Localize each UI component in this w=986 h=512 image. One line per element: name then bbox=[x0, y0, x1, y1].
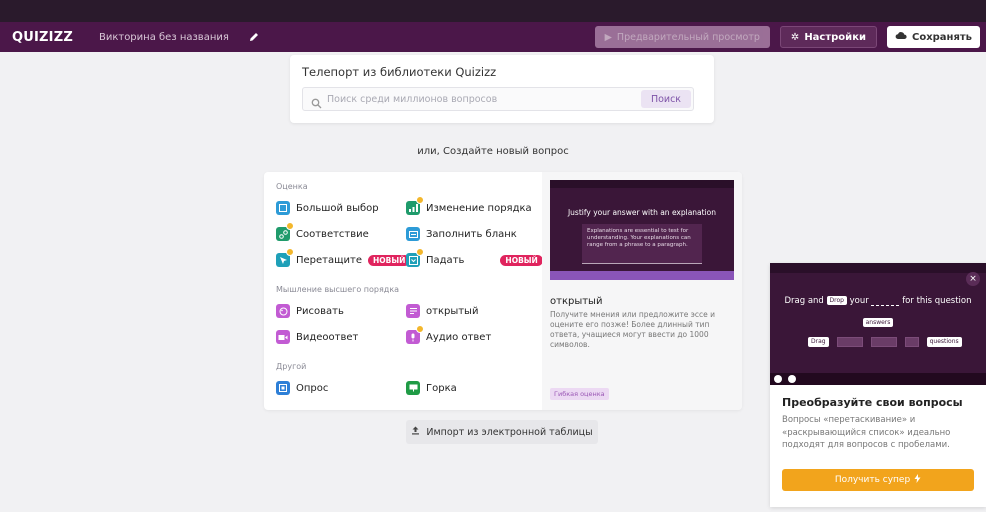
library-title: Телепорт из библиотеки Quizizz bbox=[302, 65, 497, 79]
preview-description: Получите мнения или предложите эссе и оц… bbox=[550, 310, 715, 349]
lightbulb-icon bbox=[286, 248, 294, 256]
qtype-fill-blank[interactable]: Заполнить бланк bbox=[406, 227, 517, 241]
gear-icon: ✲ bbox=[790, 31, 800, 43]
promo-sample-sentence: Drag and Drop your for this question bbox=[784, 296, 972, 306]
promo-description: Вопросы «перетаскивание» и «раскрывающий… bbox=[782, 415, 951, 450]
qtype-slide[interactable]: Горка bbox=[406, 381, 457, 395]
drag-icon bbox=[276, 248, 294, 267]
app-header: QUIZIZZ Викторина без названия ▶ Предвар… bbox=[0, 22, 986, 52]
qtype-audio-response[interactable]: Аудио ответ bbox=[406, 325, 491, 344]
preview-bottom-bar bbox=[550, 271, 734, 280]
paragraph-icon bbox=[406, 304, 420, 318]
preview-image: Justify your answer with an explanation … bbox=[550, 180, 734, 280]
question-types-list: Оценка Большой выбор Изменение порядка С… bbox=[264, 172, 543, 410]
empty-slot bbox=[870, 337, 897, 347]
promo-answers-row: answers bbox=[770, 312, 986, 331]
lightbulb-icon bbox=[286, 222, 294, 230]
quizizz-logo[interactable]: QUIZIZZ bbox=[12, 30, 73, 45]
quiz-title[interactable]: Викторина без названия bbox=[99, 32, 229, 43]
checkbox-list-icon bbox=[276, 201, 290, 215]
poll-icon bbox=[276, 381, 290, 395]
record-dot bbox=[788, 375, 796, 383]
qtype-open-ended[interactable]: открытый bbox=[406, 304, 478, 318]
promo-bottom-bar bbox=[770, 373, 986, 385]
question-type-preview: Justify your answer with an explanation … bbox=[542, 172, 742, 410]
promo-topbar bbox=[770, 263, 986, 273]
flexible-grading-tag: Гибкая оценка bbox=[550, 388, 609, 400]
blank-slot bbox=[871, 298, 900, 306]
import-spreadsheet-button[interactable]: Импорт из электронной таблицы bbox=[406, 420, 598, 444]
qtype-multiple-choice[interactable]: Большой выбор bbox=[276, 201, 379, 215]
promo-heading: Преобразуйте свои вопросы bbox=[782, 396, 963, 409]
preview-title: открытый bbox=[550, 296, 603, 307]
promo-slots-row: Drag questions bbox=[808, 337, 962, 347]
text-box-icon bbox=[406, 227, 420, 241]
video-camera-icon bbox=[276, 330, 290, 344]
qtype-match[interactable]: Соответствие bbox=[276, 222, 369, 241]
preview-button[interactable]: ▶ Предварительный просмотр bbox=[594, 26, 770, 48]
question-types-card: Оценка Большой выбор Изменение порядка С… bbox=[264, 172, 742, 410]
close-icon[interactable]: × bbox=[966, 272, 980, 286]
questions-chip: questions bbox=[926, 337, 962, 347]
pencil-icon[interactable] bbox=[247, 30, 261, 44]
or-create-label: или, Создайте новый вопрос bbox=[417, 146, 569, 157]
lightbulb-icon bbox=[416, 248, 424, 256]
qtype-poll[interactable]: Опрос bbox=[276, 381, 328, 395]
answers-chip: answers bbox=[862, 318, 894, 327]
empty-slot bbox=[836, 337, 863, 347]
promo-image: × Drag and Drop your for this question a… bbox=[770, 263, 986, 385]
category-higher-order: Мышление высшего порядка bbox=[276, 285, 400, 294]
qtype-draw[interactable]: Рисовать bbox=[276, 304, 344, 318]
upload-icon bbox=[411, 426, 420, 438]
window-top-band bbox=[0, 0, 986, 22]
preview-answer-box: Explanations are essential to test for u… bbox=[582, 224, 702, 264]
bars-icon bbox=[406, 196, 424, 215]
slide-icon bbox=[406, 381, 420, 395]
search-input[interactable] bbox=[327, 91, 627, 108]
lightbulb-icon bbox=[416, 196, 424, 204]
play-icon: ▶ bbox=[604, 31, 612, 43]
search-button[interactable]: Поиск bbox=[641, 90, 691, 108]
microphone-icon bbox=[406, 325, 424, 344]
qtype-video-response[interactable]: Видеоответ bbox=[276, 330, 358, 344]
qtype-drag-drop[interactable]: Перетащите НОВЫЙ bbox=[276, 248, 411, 267]
upgrade-promo-card: × Drag and Drop your for this question a… bbox=[770, 263, 986, 507]
lightbulb-icon bbox=[416, 325, 424, 333]
preview-heading: Justify your answer with an explanation bbox=[567, 208, 717, 217]
dropdown-icon bbox=[406, 248, 424, 267]
search-icon bbox=[311, 94, 322, 109]
drag-chip: Drag bbox=[808, 337, 829, 347]
category-other: Другой bbox=[276, 362, 307, 371]
record-dot bbox=[774, 375, 782, 383]
cloud-icon bbox=[895, 31, 907, 43]
link-icon bbox=[276, 222, 294, 241]
search-box: Поиск bbox=[302, 87, 694, 111]
settings-button[interactable]: ✲ Настройки bbox=[779, 26, 877, 48]
empty-slot bbox=[904, 337, 919, 347]
new-badge: НОВЫЙ bbox=[500, 254, 543, 266]
palette-icon bbox=[276, 304, 290, 318]
qtype-dropdown[interactable]: Падать НОВЫЙ bbox=[406, 248, 543, 267]
new-badge: НОВЫЙ bbox=[368, 254, 411, 266]
preview-topbar bbox=[550, 180, 734, 188]
drop-chip: Drop bbox=[826, 296, 847, 305]
get-super-button[interactable]: Получить супер bbox=[782, 469, 974, 491]
lightning-icon bbox=[914, 474, 921, 486]
qtype-reorder[interactable]: Изменение порядка bbox=[406, 196, 532, 215]
save-button[interactable]: Сохранять bbox=[886, 26, 980, 48]
category-assessment: Оценка bbox=[276, 182, 308, 191]
library-search-card: Телепорт из библиотеки Quizizz Поиск bbox=[290, 55, 714, 123]
